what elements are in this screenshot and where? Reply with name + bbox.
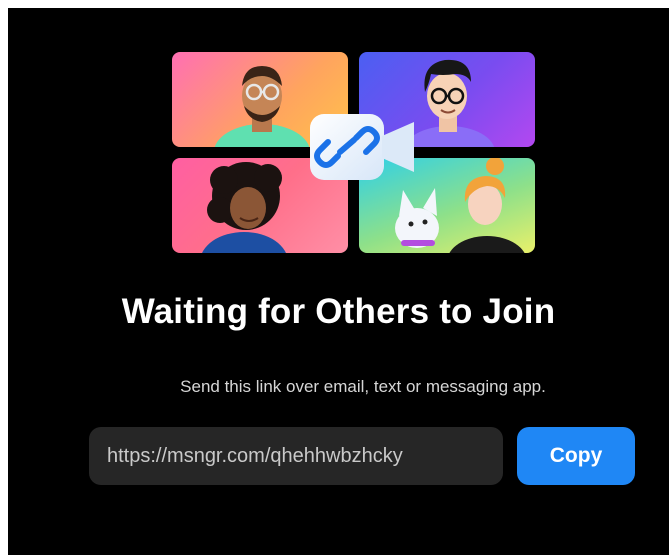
- dialog-subtitle: Send this link over email, text or messa…: [180, 377, 546, 396]
- dialog-title: Waiting for Others to Join: [121, 292, 556, 331]
- video-link-icon: [302, 110, 422, 182]
- invite-link-field[interactable]: https://msngr.com/qhehhwbzhcky: [89, 427, 503, 485]
- invite-link-text[interactable]: https://msngr.com/qhehhwbzhcky: [107, 445, 403, 468]
- copy-button-label: Copy: [549, 444, 603, 467]
- copy-link-button[interactable]: Copy: [517, 427, 635, 485]
- call-illustration: [172, 52, 536, 254]
